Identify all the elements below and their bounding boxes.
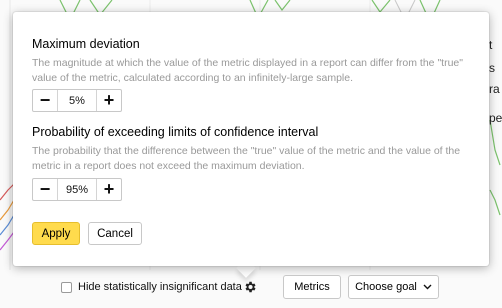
probability-value[interactable]: 95% <box>57 179 97 200</box>
hide-insignificant-checkbox[interactable] <box>61 282 72 293</box>
hide-insignificant-label[interactable]: Hide statistically insignificant data <box>78 281 242 293</box>
background-text: s <box>489 61 495 75</box>
max-deviation-value[interactable]: 5% <box>57 90 97 111</box>
probability-title: Probability of exceeding limits of confi… <box>32 125 319 139</box>
max-deviation-stepper: − 5% + <box>32 89 122 112</box>
apply-button[interactable]: Apply <box>32 222 80 245</box>
metrics-button-label: Metrics <box>294 281 330 293</box>
probability-description: The probability that the difference betw… <box>32 145 461 172</box>
probability-increase-button[interactable]: + <box>97 179 121 200</box>
max-deviation-title: Maximum deviation <box>32 37 140 51</box>
max-deviation-increase-button[interactable]: + <box>97 90 121 111</box>
probability-stepper: − 95% + <box>32 178 122 201</box>
probability-decrease-button[interactable]: − <box>33 179 57 200</box>
max-deviation-decrease-button[interactable]: − <box>33 90 57 111</box>
cancel-button[interactable]: Cancel <box>88 222 142 245</box>
background-text: t <box>489 38 493 52</box>
choose-goal-label: Choose goal <box>355 281 417 293</box>
choose-goal-dropdown[interactable]: Choose goal <box>348 275 439 299</box>
metrics-button[interactable]: Metrics <box>283 275 341 299</box>
max-deviation-description: The magnitude at which the value of the … <box>32 57 463 84</box>
background-text: pe <box>489 111 502 125</box>
background-text: ra <box>489 82 500 96</box>
chevron-down-icon <box>423 284 432 290</box>
gear-icon[interactable] <box>243 280 257 294</box>
confidence-settings-popup: Maximum deviation The magnitude at which… <box>13 12 489 266</box>
